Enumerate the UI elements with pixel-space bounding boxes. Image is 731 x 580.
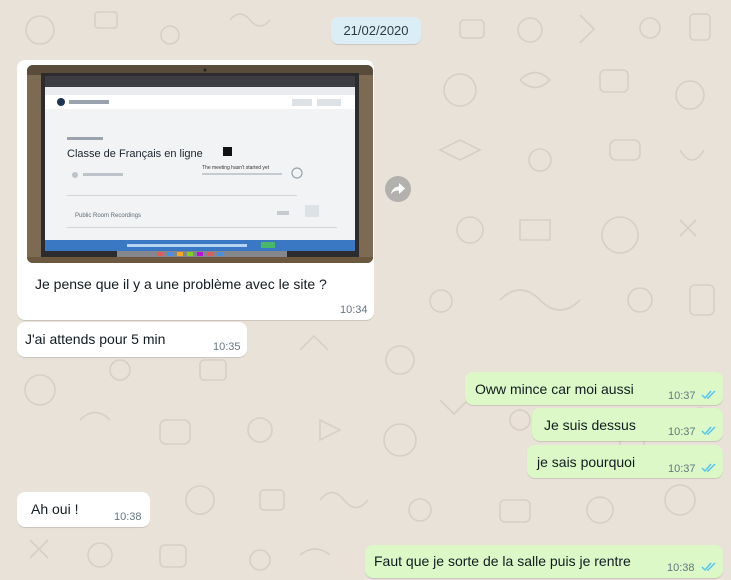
message-time: 10:34 bbox=[340, 304, 368, 316]
double-check-icon bbox=[701, 463, 716, 473]
message-text: J'ai attends pour 5 min bbox=[25, 331, 166, 347]
message-bubble-outgoing[interactable]: Je suis dessus 10:37 bbox=[532, 408, 723, 441]
message-time: 10:37 bbox=[668, 390, 696, 402]
message-bubble-outgoing[interactable]: Oww mince car moi aussi 10:37 bbox=[465, 372, 723, 405]
message-time: 10:38 bbox=[667, 562, 695, 574]
message-bubble-outgoing[interactable]: je sais pourquoi 10:37 bbox=[527, 445, 723, 478]
message-text: Oww mince car moi aussi bbox=[475, 381, 634, 397]
message-bubble-incoming[interactable]: J'ai attends pour 5 min 10:35 bbox=[17, 322, 247, 357]
message-text: je sais pourquoi bbox=[537, 454, 636, 470]
message-time: 10:38 bbox=[114, 511, 142, 523]
screen-title: Classe de Français en ligne bbox=[67, 148, 203, 160]
double-check-icon bbox=[701, 426, 716, 436]
message-text: Je suis dessus bbox=[544, 417, 636, 433]
screen-recordings: Public Room Recordings bbox=[75, 213, 141, 219]
forward-arrow-icon bbox=[391, 183, 405, 195]
image-message-bubble[interactable]: Classe de Français en ligne The meeting … bbox=[17, 60, 374, 320]
image-caption: Je pense que il y a une problème avec le… bbox=[35, 276, 327, 292]
shared-photo[interactable]: Classe de Français en ligne The meeting … bbox=[27, 65, 373, 263]
date-chip: 21/02/2020 bbox=[331, 17, 421, 44]
message-time: 10:35 bbox=[213, 341, 241, 353]
message-bubble-incoming[interactable]: Ah oui ! 10:38 bbox=[17, 492, 150, 527]
double-check-icon bbox=[701, 390, 716, 400]
screen-notice: The meeting hasn't started yet bbox=[202, 165, 270, 171]
forward-button[interactable] bbox=[385, 176, 411, 202]
message-text: Faut que je sorte de la salle puis je re… bbox=[374, 553, 631, 569]
message-time: 10:37 bbox=[668, 426, 696, 438]
message-time: 10:37 bbox=[668, 463, 696, 475]
message-bubble-outgoing[interactable]: Faut que je sorte de la salle puis je re… bbox=[365, 545, 723, 578]
double-check-icon bbox=[701, 562, 716, 572]
message-text: Ah oui ! bbox=[31, 501, 79, 517]
laptop-screen-photo: Classe de Français en ligne The meeting … bbox=[27, 65, 373, 263]
